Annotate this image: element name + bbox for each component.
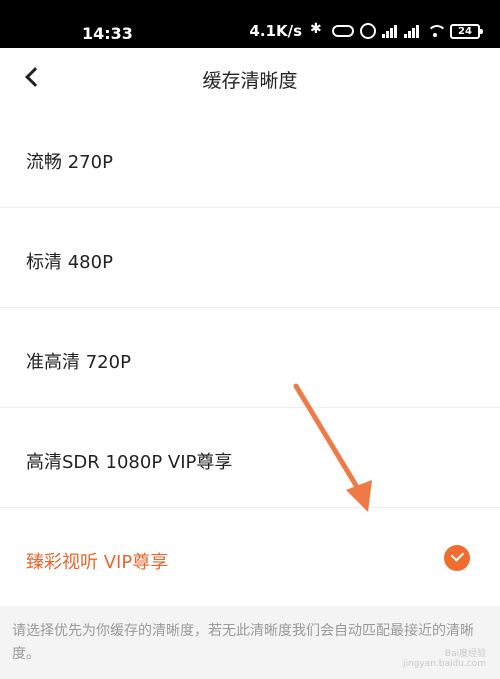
navigation-bar: 缓存清晰度	[0, 48, 500, 108]
quality-option-270p[interactable]: 流畅 270P	[0, 108, 500, 208]
option-label: 高清SDR 1080P VIP尊享	[26, 452, 233, 473]
quality-option-1080p[interactable]: 高清SDR 1080P VIP尊享	[0, 408, 500, 508]
option-label: 准高清 720P	[26, 352, 131, 373]
bluetooth-icon	[308, 21, 326, 38]
option-label: 流畅 270P	[26, 152, 113, 173]
status-icons: 4.1K/s 24	[249, 21, 483, 40]
status-bar: 14:33 4.1K/s 24	[0, 0, 500, 48]
watermark: Bai度经验 jingyan.baidu.com	[403, 646, 486, 669]
vpn-icon	[332, 25, 354, 37]
page-title: 缓存清晰度	[202, 70, 298, 92]
battery-level: 24	[458, 25, 472, 37]
quality-option-zhencai[interactable]: 臻彩视听 VIP尊享	[0, 508, 500, 608]
network-speed: 4.1K/s	[249, 22, 302, 40]
alarm-icon	[360, 23, 376, 39]
quality-option-list: 流畅 270P 标清 480P 准高清 720P 高清SDR 1080P VIP…	[0, 108, 500, 608]
watermark-line2: jingyan.baidu.com	[402, 659, 486, 669]
battery-icon: 24	[450, 23, 483, 39]
checkmark-icon	[444, 545, 470, 571]
watermark-line1: Bai度经验	[444, 649, 486, 659]
status-time: 14:33	[82, 24, 133, 43]
option-label: 标清 480P	[26, 252, 113, 273]
signal-icon	[404, 24, 420, 38]
wifi-icon	[426, 24, 447, 38]
quality-option-480p[interactable]: 标清 480P	[0, 208, 500, 308]
option-label-selected: 臻彩视听 VIP尊享	[26, 552, 169, 573]
signal-icon	[382, 24, 398, 38]
quality-option-720p[interactable]: 准高清 720P	[0, 308, 500, 408]
